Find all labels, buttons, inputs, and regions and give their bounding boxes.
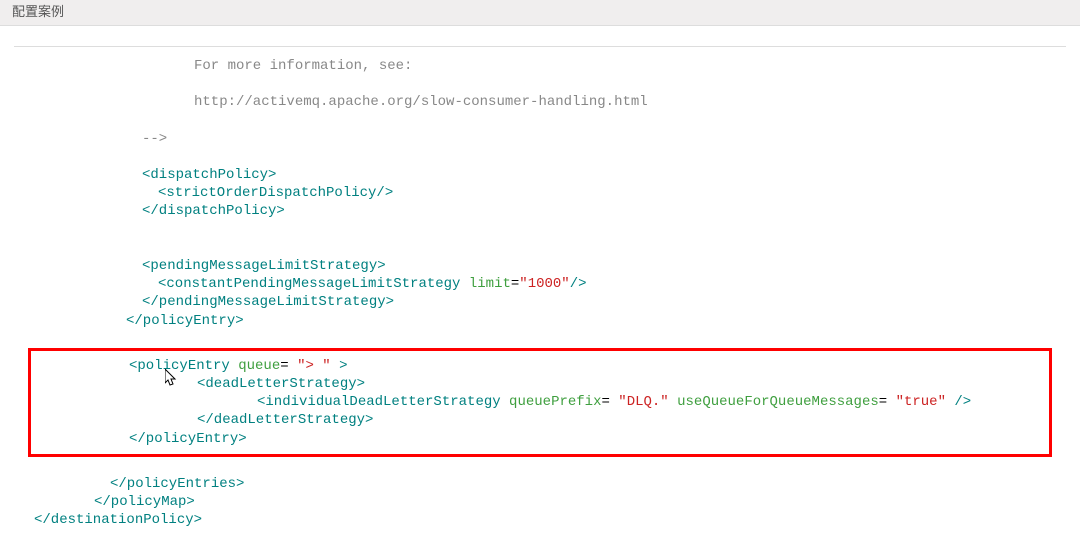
strict-order-dispatch: <strictOrderDispatchPolicy/> xyxy=(34,184,1046,202)
dispatch-policy-open: <dispatchPolicy> xyxy=(34,166,1046,184)
pending-message-close: </pendingMessageLimitStrategy> xyxy=(34,293,1046,311)
blank-line xyxy=(34,221,1046,239)
header-title: 配置案例 xyxy=(12,4,64,19)
window-header: 配置案例 xyxy=(0,0,1080,26)
xml-attr: limit xyxy=(460,276,510,292)
comment-url: http://activemq.apache.org/slow-consumer… xyxy=(34,93,1046,111)
policy-entry-close-2: </policyEntry> xyxy=(37,430,1043,448)
xml-val: "> " xyxy=(297,358,331,374)
dispatch-policy-close: </dispatchPolicy> xyxy=(34,202,1046,220)
xml-end: /> xyxy=(570,276,587,292)
comment-close: --> xyxy=(34,130,1046,148)
constant-pending: <constantPendingMessageLimitStrategy lim… xyxy=(34,275,1046,293)
xml-tag: constantPendingMessageLimitStrategy xyxy=(166,276,460,292)
blank-line xyxy=(34,330,1046,348)
policy-entry-open: <policyEntry queue= "> " > xyxy=(37,357,1043,375)
code-viewer[interactable]: For more information, see: http://active… xyxy=(14,46,1066,540)
individual-dead-letter: <individualDeadLetterStrategy queuePrefi… xyxy=(37,393,1043,411)
xml-end: /> xyxy=(946,394,971,410)
xml-attr: useQueueForQueueMessages xyxy=(669,394,879,410)
xml-eq: = xyxy=(879,394,896,410)
policy-entry-close-1: </policyEntry> xyxy=(34,312,1046,330)
xml-attr: queue xyxy=(230,358,280,374)
xml-tag: individualDeadLetterStrategy xyxy=(265,394,500,410)
blank-line xyxy=(34,111,1046,129)
xml-attr: queuePrefix xyxy=(501,394,602,410)
policy-entries-close: </policyEntries> xyxy=(34,475,1046,493)
blank-line xyxy=(34,239,1046,257)
comment-line: For more information, see: xyxy=(34,57,1046,75)
blank-line xyxy=(34,148,1046,166)
dead-letter-close: </deadLetterStrategy> xyxy=(37,411,1043,429)
xml-val: "true" xyxy=(896,394,946,410)
blank-line xyxy=(34,457,1046,475)
xml-val: "1000" xyxy=(519,276,569,292)
dead-letter-open: <deadLetterStrategy> xyxy=(37,375,1043,393)
destination-policy-close: </destinationPolicy> xyxy=(34,511,1046,529)
highlighted-section: <policyEntry queue= "> " > <deadLetterSt… xyxy=(28,348,1052,457)
blank-line xyxy=(34,75,1046,93)
xml-eq: = xyxy=(601,394,618,410)
xml-end: > xyxy=(331,358,348,374)
policy-map-close: </policyMap> xyxy=(34,493,1046,511)
xml-tag: policyEntry xyxy=(137,358,229,374)
pending-message-open: <pendingMessageLimitStrategy> xyxy=(34,257,1046,275)
xml-eq: = xyxy=(280,358,297,374)
xml-val: "DLQ." xyxy=(618,394,668,410)
